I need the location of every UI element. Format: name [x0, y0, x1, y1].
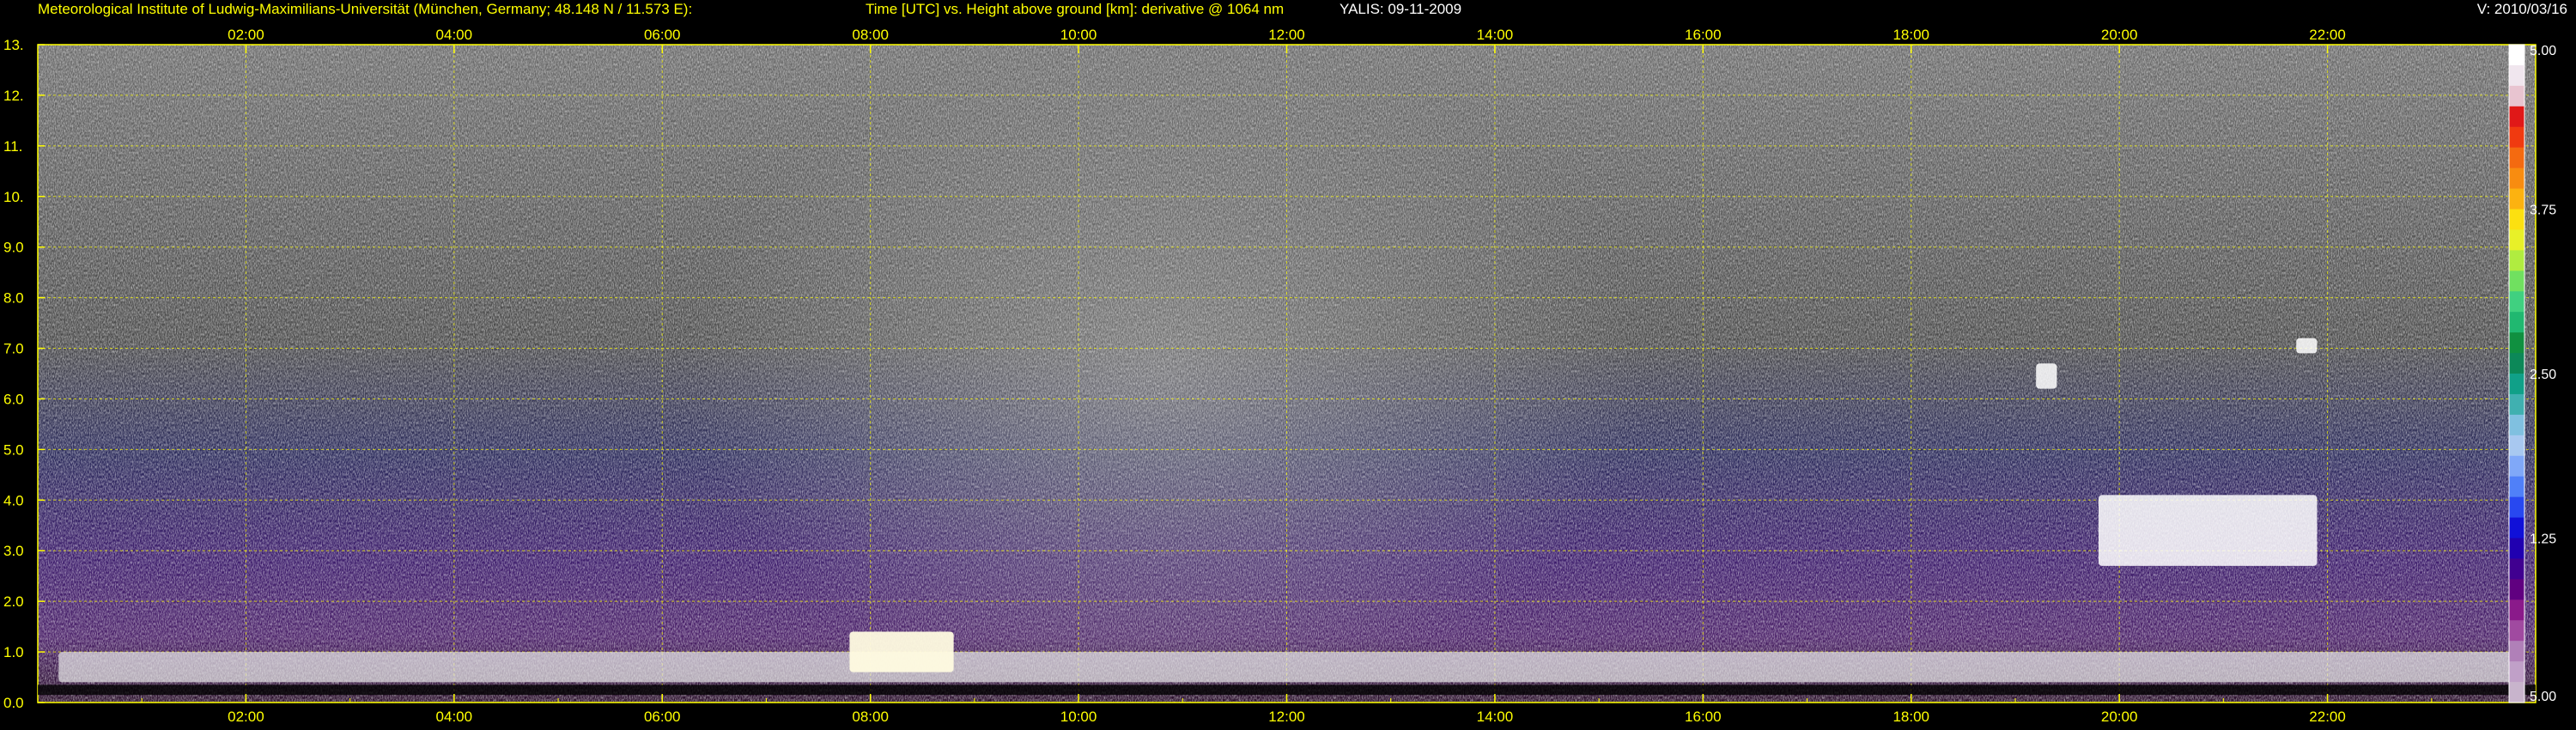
- colorbar-segment: [2509, 599, 2524, 621]
- x-tick-label-bottom: 18:00: [1893, 709, 1929, 725]
- y-tick-label: 2.0: [3, 593, 24, 610]
- colorbar-segment: [2509, 291, 2524, 313]
- colorbar-segment: [2509, 538, 2524, 559]
- x-tick-label-top: 02:00: [228, 27, 264, 43]
- x-tick-label-bottom: 10:00: [1060, 709, 1097, 725]
- x-tick-label-bottom: 02:00: [228, 709, 264, 725]
- colorbar-segment: [2509, 229, 2524, 251]
- colorbar-segment: [2509, 558, 2524, 580]
- x-tick-label-top: 14:00: [1477, 27, 1514, 43]
- x-tick-label-top: 18:00: [1893, 27, 1929, 43]
- y-tick-label: 4.0: [3, 492, 24, 508]
- x-tick-label-bottom: 22:00: [2309, 709, 2346, 725]
- y-tick-label: 5.0: [3, 441, 24, 458]
- colorbar-segment: [2509, 393, 2524, 416]
- colorbar-segment: [2509, 353, 2524, 374]
- y-tick-label: 0.0: [3, 695, 24, 711]
- colorbar-segment: [2509, 620, 2524, 642]
- x-tick-label-bottom: 16:00: [1685, 709, 1722, 725]
- colorbar-segment: [2509, 374, 2524, 395]
- colorbar-segment: [2509, 435, 2524, 457]
- x-tick-label-top: 20:00: [2101, 27, 2138, 43]
- x-tick-label-top: 10:00: [1060, 27, 1097, 43]
- colorbar-segment: [2509, 250, 2524, 271]
- colorbar-label: 3.75: [2530, 204, 2556, 218]
- colorbar-segment: [2509, 641, 2524, 662]
- surface-dark-band: [38, 684, 2536, 696]
- y-tick-label: 7.0: [3, 341, 24, 357]
- y-tick-label: 1.0: [3, 644, 24, 660]
- x-tick-label-bottom: 12:00: [1268, 709, 1305, 725]
- colorbar-segment: [2509, 106, 2524, 128]
- colorbar-segment: [2509, 579, 2524, 600]
- colorbar-label: 2.50: [2530, 368, 2556, 382]
- colorbar-segment: [2509, 476, 2524, 498]
- colorbar-segment: [2509, 455, 2524, 478]
- y-tick-label: 9.0: [3, 240, 24, 256]
- colorbar-segment: [2509, 271, 2524, 292]
- colorbar-segment: [2509, 209, 2524, 230]
- x-tick-label-top: 16:00: [1685, 27, 1722, 43]
- colorbar-segment: [2509, 85, 2524, 107]
- lidar-chart: 02:00 04:00 06:00 08:00 10:00 12:00 14:00 16:00…: [3, 27, 2556, 725]
- colorbar-segment: [2509, 188, 2524, 210]
- colorbar-label: 5.00: [2530, 44, 2556, 58]
- colorbar-segment: [2509, 167, 2524, 190]
- colorbar-label: 5.00: [2530, 690, 2556, 704]
- x-tick-label-top: 06:00: [644, 27, 681, 43]
- feature-cloud: [2036, 363, 2057, 389]
- y-tick-label: 8.0: [3, 290, 24, 307]
- x-tick-label-bottom: 08:00: [852, 709, 889, 725]
- colorbar-segment: [2509, 661, 2524, 683]
- x-tick-label-top: 08:00: [852, 27, 889, 43]
- y-tick-label: 10.: [3, 189, 24, 205]
- colorbar-segment: [2509, 414, 2524, 436]
- colorbar-segment: [2509, 147, 2524, 169]
- x-tick-label-bottom: 06:00: [644, 709, 681, 725]
- colorbar-label: 1.25: [2530, 532, 2556, 547]
- colorbar-segment: [2509, 496, 2524, 519]
- colorbar-segment: [2509, 64, 2524, 87]
- y-tick-label: 3.0: [3, 543, 24, 559]
- feature-enhanced-aerosol-layer: [849, 631, 954, 672]
- y-tick-label: 11.: [3, 138, 22, 155]
- x-tick-label-top: 22:00: [2309, 27, 2346, 43]
- feature-cloud: [2098, 495, 2318, 566]
- colorbar-segment: [2509, 126, 2524, 149]
- colorbar-segment: [2509, 517, 2524, 538]
- x-tick-label-bottom: 04:00: [436, 709, 473, 725]
- feature-cloud: [2296, 338, 2318, 354]
- x-tick-label-top: 04:00: [436, 27, 473, 43]
- y-tick-label: 12.: [3, 88, 24, 104]
- y-tick-label: 6.0: [3, 391, 24, 407]
- feature-boundary-layer-aerosol-top: [58, 652, 2515, 683]
- x-tick-label-top: 12:00: [1268, 27, 1305, 43]
- y-tick-label: 13.: [3, 37, 24, 53]
- x-tick-label-bottom: 14:00: [1477, 709, 1514, 725]
- colorbar-segment: [2509, 682, 2524, 703]
- colorbar-segment: [2509, 332, 2524, 354]
- colorbar-segment: [2509, 45, 2524, 66]
- x-tick-label-bottom: 20:00: [2101, 709, 2138, 725]
- colorbar-segment: [2509, 312, 2524, 333]
